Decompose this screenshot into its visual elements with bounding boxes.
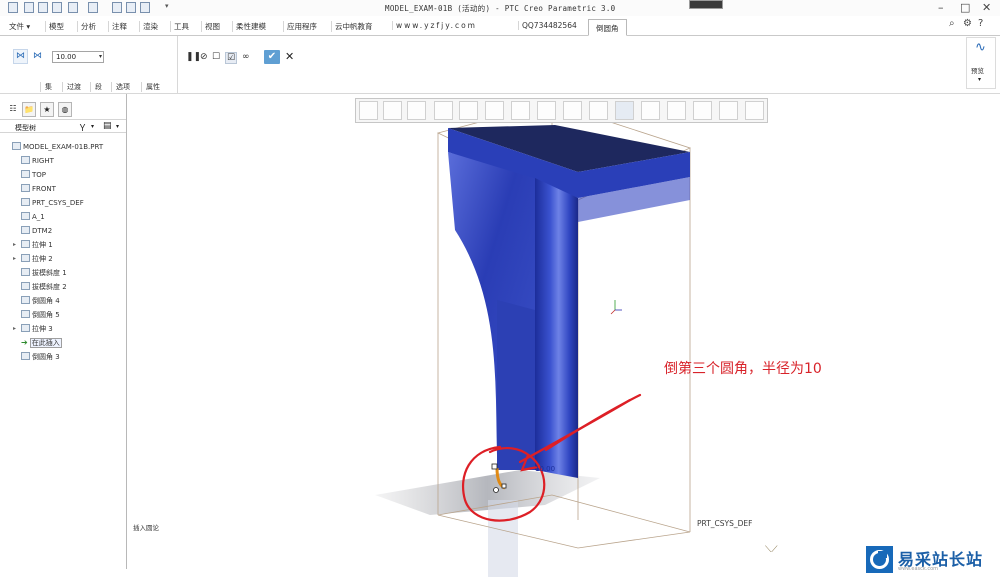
spin-center-icon[interactable] [563, 101, 582, 120]
datum-marks: ⟍⟋ [765, 545, 778, 555]
datum-display-icon[interactable] [589, 101, 608, 120]
viewport[interactable]: ⟍⟋ [0, 0, 1000, 577]
axis-display-icon[interactable] [641, 101, 660, 120]
view-manager-icon[interactable] [511, 101, 530, 120]
annotation-text: 倒第三个圆角，半径为10 [664, 361, 822, 377]
model-part[interactable] [448, 125, 690, 493]
perspective-icon[interactable] [537, 101, 556, 120]
csys-triad [610, 300, 622, 315]
csys-display-icon[interactable] [693, 101, 712, 120]
drag-handle-bottom[interactable] [493, 487, 499, 493]
more-display-icon[interactable] [745, 101, 764, 120]
point-display-icon[interactable] [667, 101, 686, 120]
watermark-url: www.easck.com [898, 566, 939, 572]
saved-views-icon[interactable] [485, 101, 504, 120]
logo-mark-icon [866, 546, 893, 573]
plane-display-icon[interactable] [615, 101, 634, 120]
web-side-face [497, 300, 535, 470]
watermark-logo: 易采站长站 www.easck.com [864, 544, 1000, 577]
display-style-icon[interactable] [459, 101, 478, 120]
repaint-icon[interactable] [434, 101, 453, 120]
radius-dimension[interactable]: 10.00 [535, 465, 555, 473]
reflection-shadow [488, 500, 518, 577]
zoom-out-icon[interactable] [407, 101, 426, 120]
view-toolbar [355, 98, 768, 123]
zoom-in-icon[interactable] [383, 101, 402, 120]
drag-handle-top[interactable] [491, 463, 498, 470]
floor-shadow [375, 470, 600, 515]
annotation-display-icon[interactable] [719, 101, 738, 120]
drag-handle-corner[interactable] [501, 483, 507, 489]
logo-glyph-icon [870, 550, 889, 569]
refit-icon[interactable] [359, 101, 378, 120]
csys-label: PRT_CSYS_DEF [697, 519, 753, 528]
